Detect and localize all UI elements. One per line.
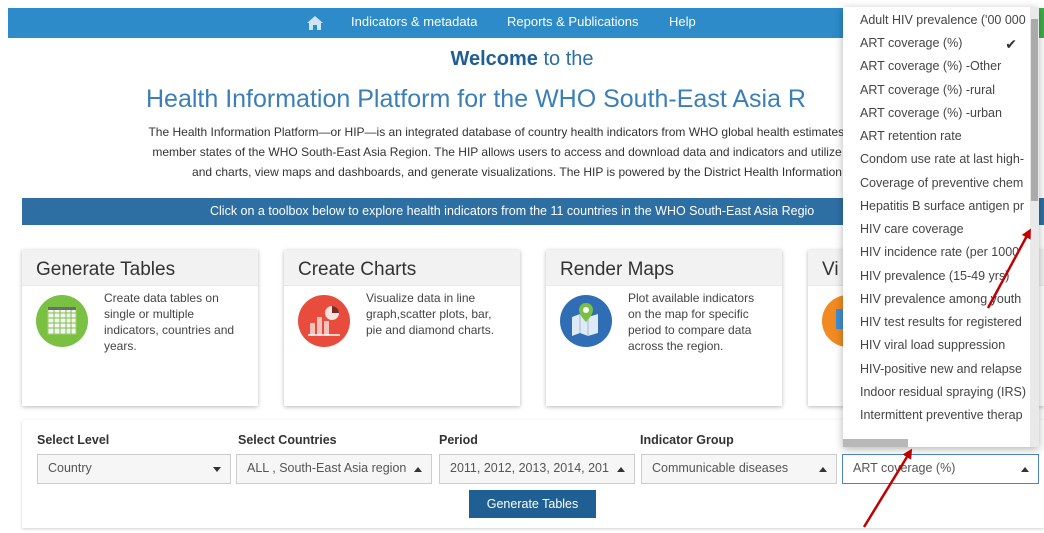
annotation-arrows [862,228,1031,528]
annotation-arrow-scrollbar [986,228,1031,309]
annotation-arrow-indicator-box [862,448,913,528]
